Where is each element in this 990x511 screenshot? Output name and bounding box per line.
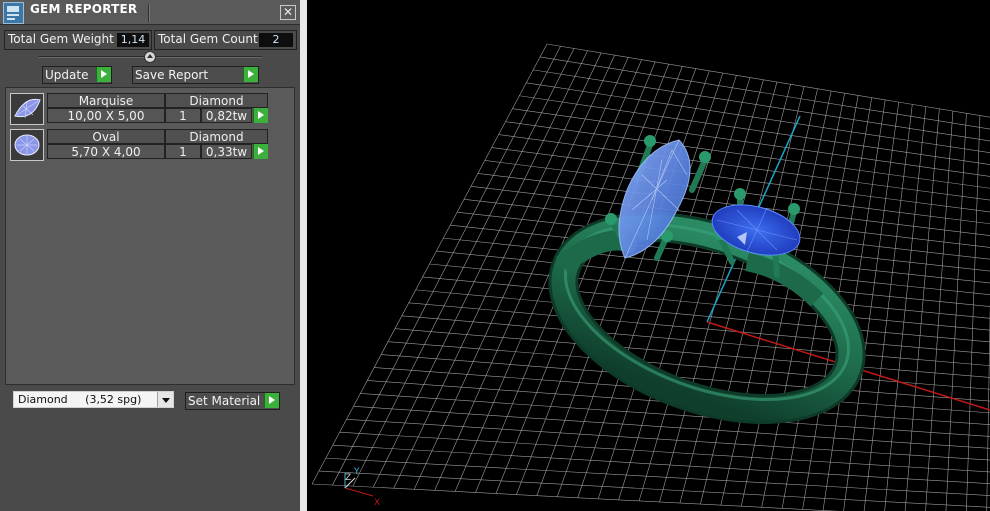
window-title: GEM REPORTER (30, 2, 138, 16)
set-material-button[interactable]: Set Material (185, 392, 280, 410)
play-arrow-icon[interactable] (96, 67, 111, 82)
play-arrow-icon[interactable] (243, 67, 258, 82)
3d-viewport[interactable]: Z Y X (307, 0, 990, 511)
play-arrow-icon[interactable] (264, 393, 279, 408)
save-report-button[interactable]: Save Report (132, 66, 259, 84)
total-gem-count-value: 2 (259, 33, 293, 47)
gem-list: Marquise Diamond 10,00 X 5,00 1 0,82tw O… (5, 87, 295, 385)
ground-grid (311, 43, 990, 511)
set-material-button-label: Set Material (188, 394, 261, 408)
collapse-arrow-icon[interactable] (144, 51, 156, 63)
save-report-button-label: Save Report (135, 68, 209, 82)
gem-type: Diamond (165, 129, 268, 144)
panel-splitter[interactable] (300, 0, 307, 511)
dropdown-arrow-icon[interactable] (157, 392, 173, 407)
gem-weight: 0,82tw (201, 108, 252, 123)
title-separator (148, 4, 150, 22)
total-gem-weight-label: Total Gem Weight (8, 32, 114, 46)
update-button[interactable]: Update (42, 66, 112, 84)
gem-shape: Oval (47, 129, 165, 144)
gem-shape: Marquise (47, 93, 165, 108)
app-icon (3, 2, 24, 24)
axis-x-label: X (374, 498, 380, 508)
gem-size: 5,70 X 4,00 (47, 144, 165, 159)
axis-y-label: Y (353, 467, 360, 477)
gem-type: Diamond (165, 93, 268, 108)
oval-gem-icon (10, 129, 44, 161)
play-arrow-icon[interactable] (253, 108, 268, 123)
title-bar: GEM REPORTER ✕ (0, 0, 300, 25)
total-gem-weight-value: 1,14 (117, 33, 149, 47)
total-gem-count-label: Total Gem Count (158, 32, 258, 46)
close-icon[interactable]: ✕ (280, 5, 296, 20)
total-gem-count-box: Total Gem Count 2 (154, 30, 297, 50)
gem-qty: 1 (165, 108, 201, 123)
update-button-label: Update (45, 68, 89, 82)
gem-reporter-panel: GEM REPORTER ✕ Total Gem Weight 1,14 Tot… (0, 0, 300, 511)
play-arrow-icon[interactable] (253, 144, 268, 159)
material-select[interactable]: Diamond (3,52 spg) (13, 391, 174, 408)
gem-row-marquise[interactable]: Marquise Diamond 10,00 X 5,00 1 0,82tw (10, 93, 268, 125)
marquise-gem-icon (10, 93, 44, 125)
material-selected-value: Diamond (3,52 spg) (18, 393, 142, 406)
gem-qty: 1 (165, 144, 201, 159)
gem-row-oval[interactable]: Oval Diamond 5,70 X 4,00 1 0,33tw (10, 129, 268, 161)
gem-size: 10,00 X 5,00 (47, 108, 165, 123)
total-gem-weight-box: Total Gem Weight 1,14 (4, 30, 152, 50)
gem-weight: 0,33tw (201, 144, 252, 159)
axis-z-label: Z (345, 473, 351, 483)
